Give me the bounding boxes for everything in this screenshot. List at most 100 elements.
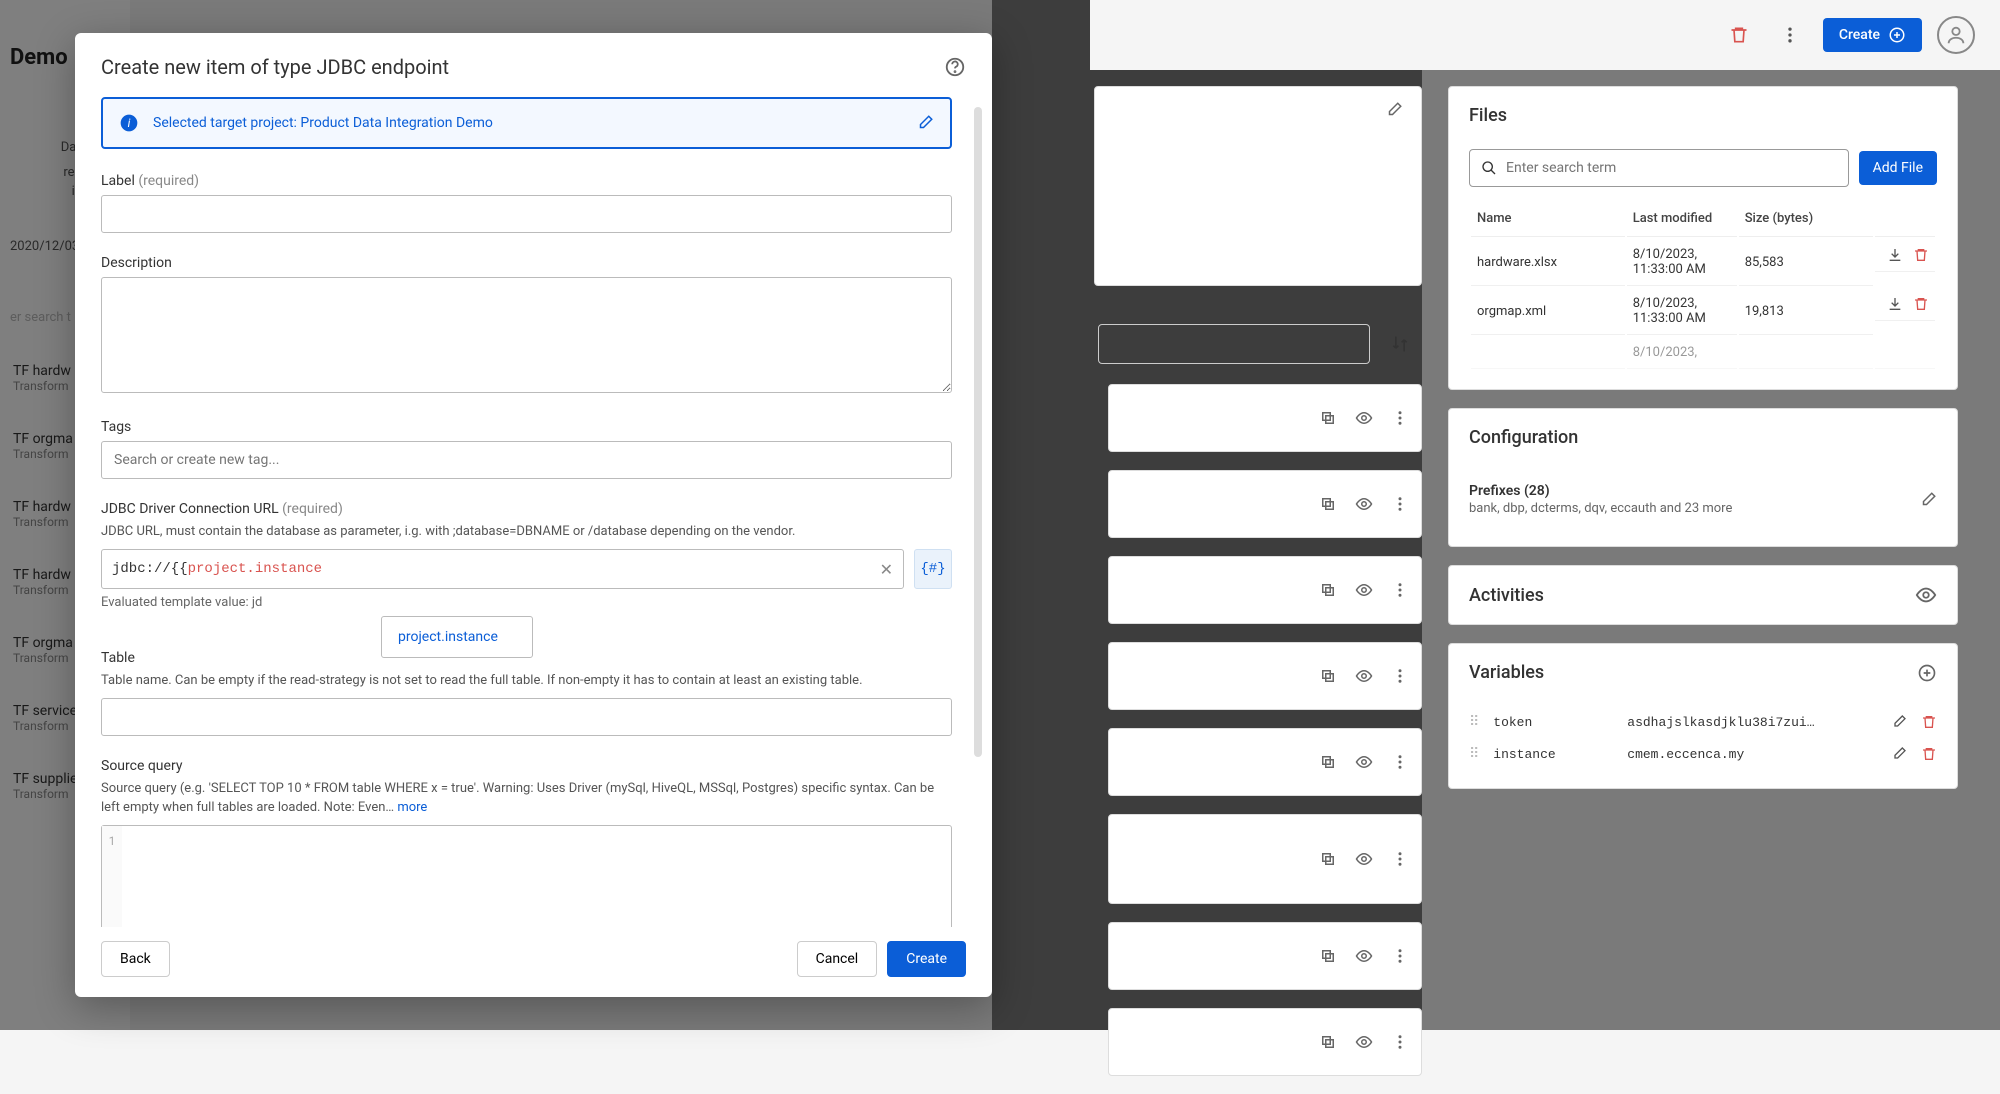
autocomplete-item[interactable]: project.instance (398, 629, 516, 645)
copy-icon[interactable] (1319, 1033, 1337, 1051)
table-input[interactable] (101, 698, 952, 736)
cancel-button[interactable]: Cancel (797, 941, 878, 977)
description-input[interactable] (101, 277, 952, 393)
table-row[interactable]: orgmap.xml 8/10/2023, 11:33:00 AM 19,813 (1471, 288, 1935, 335)
more-icon[interactable] (1391, 1033, 1409, 1051)
file-mod: 8/10/2023, 11:33:00 AM (1627, 288, 1737, 335)
url-text-input[interactable] (322, 562, 880, 577)
list-item[interactable] (1108, 556, 1422, 624)
activities-title: Activities (1469, 585, 1544, 606)
template-button[interactable]: {#} (914, 549, 952, 589)
list-item[interactable] (1108, 384, 1422, 452)
variables-card: Variables ⠿ token asdhajslkasdjklu38i7zu… (1448, 643, 1958, 789)
more-icon[interactable] (1391, 581, 1409, 599)
sort-icon[interactable] (1382, 326, 1418, 362)
files-search[interactable] (1469, 149, 1849, 187)
more-icon[interactable] (1391, 667, 1409, 685)
drag-icon[interactable]: ⠿ (1469, 746, 1479, 762)
tags-input[interactable] (101, 441, 952, 479)
eye-icon[interactable] (1355, 667, 1373, 685)
more-icon[interactable] (1391, 753, 1409, 771)
delete-icon[interactable] (1913, 247, 1929, 263)
edit-icon[interactable] (916, 114, 934, 132)
eye-icon[interactable] (1355, 947, 1373, 965)
files-search-input[interactable] (1506, 160, 1838, 176)
var-key: token (1493, 715, 1613, 730)
back-button[interactable]: Back (101, 941, 170, 977)
help-icon[interactable] (944, 56, 966, 78)
eye-icon[interactable] (1355, 581, 1373, 599)
add-file-button[interactable]: Add File (1859, 151, 1937, 185)
file-name (1471, 337, 1625, 369)
description-label: Description (101, 255, 952, 271)
scrollbar[interactable] (974, 107, 982, 757)
file-size: 19,813 (1739, 288, 1873, 335)
eye-icon[interactable] (1355, 753, 1373, 771)
copy-icon[interactable] (1319, 667, 1337, 685)
edit-icon[interactable] (1385, 101, 1403, 119)
list-item[interactable] (1108, 1008, 1422, 1076)
drag-icon[interactable]: ⠿ (1469, 714, 1479, 730)
delete-icon[interactable] (1721, 17, 1757, 53)
delete-icon[interactable] (1921, 746, 1937, 762)
file-name: orgmap.xml (1471, 288, 1625, 335)
jdbc-url-input[interactable]: jdbc://{{project.instance ✕ (101, 549, 904, 589)
copy-icon[interactable] (1319, 850, 1337, 868)
file-name: hardware.xlsx (1471, 239, 1625, 286)
add-icon[interactable] (1917, 663, 1937, 683)
create-button[interactable]: Create (1823, 18, 1922, 52)
delete-icon[interactable] (1921, 714, 1937, 730)
file-size: 85,583 (1739, 239, 1873, 286)
search-input[interactable] (1098, 324, 1370, 364)
edit-icon[interactable] (1891, 714, 1907, 730)
create-item-modal: Create new item of type JDBC endpoint i … (75, 33, 992, 997)
edit-icon[interactable] (1891, 746, 1907, 762)
copy-icon[interactable] (1319, 409, 1337, 427)
more-icon[interactable] (1391, 850, 1409, 868)
more-icon[interactable] (1391, 409, 1409, 427)
source-help: Source query (e.g. 'SELECT TOP 10 * FROM… (101, 780, 952, 816)
activities-card: Activities (1448, 565, 1958, 625)
url-variable: project.instance (188, 561, 322, 577)
list-item[interactable] (1108, 814, 1422, 904)
modal-title: Create new item of type JDBC endpoint (101, 55, 449, 79)
create-submit-button[interactable]: Create (887, 941, 966, 977)
more-icon[interactable] (1391, 947, 1409, 965)
more-icon[interactable] (1772, 17, 1808, 53)
download-icon[interactable] (1887, 247, 1903, 263)
copy-icon[interactable] (1319, 947, 1337, 965)
eye-icon[interactable] (1355, 850, 1373, 868)
delete-icon[interactable] (1913, 296, 1929, 312)
autocomplete-popup: project.instance (381, 616, 533, 658)
col-name: Name (1471, 201, 1625, 237)
table-row[interactable]: 8/10/2023, (1471, 337, 1935, 369)
config-card: Configuration Prefixes (28) bank, dbp, d… (1448, 408, 1958, 547)
files-title: Files (1469, 105, 1507, 126)
list-item[interactable] (1108, 728, 1422, 796)
clear-icon[interactable]: ✕ (880, 560, 893, 579)
copy-icon[interactable] (1319, 495, 1337, 513)
more-icon[interactable] (1391, 495, 1409, 513)
avatar[interactable] (1937, 16, 1975, 54)
url-prefix: jdbc://{{ (112, 561, 188, 577)
col-size: Size (bytes) (1739, 201, 1873, 237)
eye-icon[interactable] (1355, 495, 1373, 513)
copy-icon[interactable] (1319, 581, 1337, 599)
var-key: instance (1493, 747, 1613, 762)
label-field-label: Label (required) (101, 173, 952, 189)
eye-icon[interactable] (1915, 584, 1937, 606)
list-item[interactable] (1108, 642, 1422, 710)
eye-icon[interactable] (1355, 409, 1373, 427)
copy-icon[interactable] (1319, 753, 1337, 771)
edit-icon[interactable] (1919, 491, 1937, 509)
list-item[interactable] (1108, 922, 1422, 990)
table-row[interactable]: hardware.xlsx 8/10/2023, 11:33:00 AM 85,… (1471, 239, 1935, 286)
download-icon[interactable] (1887, 296, 1903, 312)
variable-row: ⠿ instance cmem.eccenca.my (1469, 738, 1937, 770)
file-mod: 8/10/2023, (1627, 337, 1737, 369)
list-item[interactable] (1108, 470, 1422, 538)
more-link[interactable]: more (397, 800, 427, 815)
eye-icon[interactable] (1355, 1033, 1373, 1051)
source-query-input[interactable]: 1 (101, 825, 952, 927)
label-input[interactable] (101, 195, 952, 233)
